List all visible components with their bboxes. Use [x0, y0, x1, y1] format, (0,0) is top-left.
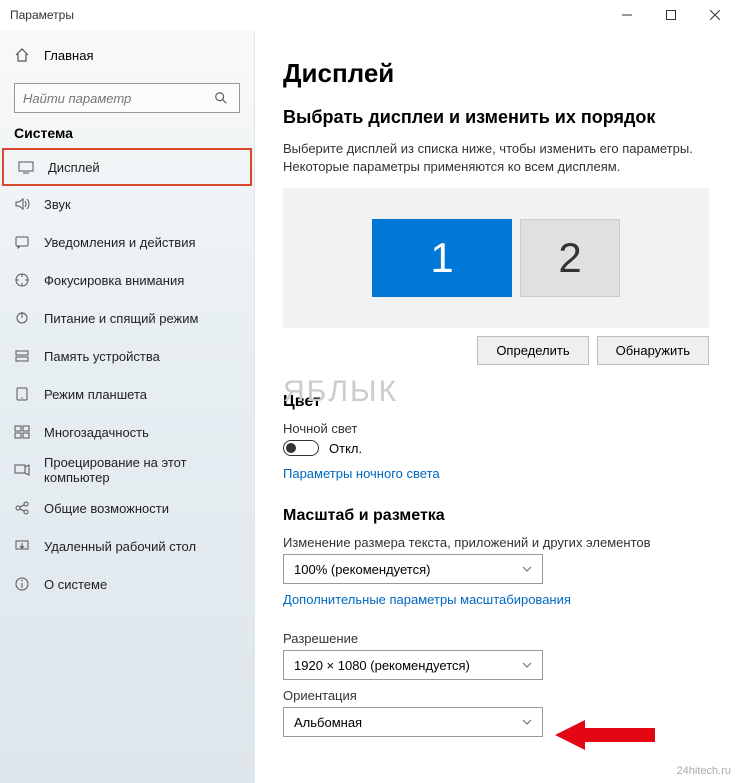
night-light-toggle[interactable] [283, 440, 319, 456]
sidebar-item-projection[interactable]: Проецирование на этот компьютер [0, 451, 254, 489]
home-button[interactable]: Главная [0, 35, 254, 75]
sidebar-item-remote[interactable]: Удаленный рабочий стол [0, 527, 254, 565]
footer-watermark: 24hitech.ru [677, 765, 731, 777]
power-icon [14, 310, 30, 326]
sidebar-item-label: Память устройства [44, 349, 160, 364]
resolution-label: Разрешение [283, 631, 709, 646]
sidebar-item-label: Проецирование на этот компьютер [44, 455, 240, 485]
orientation-dropdown[interactable]: Альбомная [283, 707, 543, 737]
sidebar-item-label: Удаленный рабочий стол [44, 539, 196, 554]
scale-label: Изменение размера текста, приложений и д… [283, 535, 709, 550]
sidebar-item-tablet[interactable]: Режим планшета [0, 375, 254, 413]
advanced-scaling-link[interactable]: Дополнительные параметры масштабирования [283, 592, 571, 607]
chevron-down-icon [522, 715, 532, 730]
display-icon [18, 159, 34, 175]
sidebar-item-display[interactable]: Дисплей [2, 148, 252, 186]
sidebar-item-sound[interactable]: Звук [0, 185, 254, 223]
resolution-value: 1920 × 1080 (рекомендуется) [294, 658, 522, 673]
sidebar-item-label: Уведомления и действия [44, 235, 196, 250]
storage-icon [14, 348, 30, 364]
about-icon [14, 576, 30, 592]
orientation-value: Альбомная [294, 715, 522, 730]
scale-value: 100% (рекомендуется) [294, 562, 522, 577]
orientation-label: Ориентация [283, 688, 709, 703]
window-title: Параметры [10, 8, 74, 22]
sidebar-item-about[interactable]: О системе [0, 565, 254, 603]
night-light-settings-link[interactable]: Параметры ночного света [283, 466, 440, 481]
arrange-description: Выберите дисплей из списка ниже, чтобы и… [283, 140, 709, 176]
multitask-icon [14, 424, 30, 440]
search-input[interactable] [23, 91, 211, 106]
color-heading: Цвет [283, 393, 709, 411]
maximize-button[interactable] [649, 0, 693, 30]
sidebar-item-label: Режим планшета [44, 387, 147, 402]
sidebar-item-label: Дисплей [48, 160, 100, 175]
focus-icon [14, 272, 30, 288]
sidebar-item-label: О системе [44, 577, 107, 592]
page-title: Дисплей [283, 58, 709, 89]
shared-icon [14, 500, 30, 516]
monitor-2[interactable]: 2 [520, 219, 620, 297]
detect-button[interactable]: Обнаружить [597, 336, 709, 365]
minimize-button[interactable] [605, 0, 649, 30]
notifications-icon [14, 234, 30, 250]
sidebar-item-label: Питание и спящий режим [44, 311, 198, 326]
category-label: Система [0, 125, 254, 149]
sidebar-item-label: Звук [44, 197, 71, 212]
chevron-down-icon [522, 658, 532, 673]
arrange-heading: Выбрать дисплеи и изменить их порядок [283, 107, 709, 128]
scale-heading: Масштаб и разметка [283, 507, 709, 525]
remote-icon [14, 538, 30, 554]
identify-button[interactable]: Определить [477, 336, 588, 365]
home-icon [14, 47, 30, 63]
monitor-1[interactable]: 1 [372, 219, 512, 297]
sound-icon [14, 196, 30, 212]
sidebar-item-label: Фокусировка внимания [44, 273, 184, 288]
sidebar-item-label: Многозадачность [44, 425, 149, 440]
search-icon [211, 88, 231, 108]
chevron-down-icon [522, 562, 532, 577]
night-light-label: Ночной свет [283, 421, 709, 436]
tablet-icon [14, 386, 30, 402]
sidebar-item-storage[interactable]: Память устройства [0, 337, 254, 375]
home-label: Главная [44, 48, 93, 63]
scale-dropdown[interactable]: 100% (рекомендуется) [283, 554, 543, 584]
sidebar-item-notifications[interactable]: Уведомления и действия [0, 223, 254, 261]
close-button[interactable] [693, 0, 737, 30]
toggle-state-label: Откл. [329, 441, 362, 456]
sidebar-item-shared[interactable]: Общие возможности [0, 489, 254, 527]
sidebar-item-power[interactable]: Питание и спящий режим [0, 299, 254, 337]
sidebar-item-multitask[interactable]: Многозадачность [0, 413, 254, 451]
projection-icon [14, 462, 30, 478]
resolution-dropdown[interactable]: 1920 × 1080 (рекомендуется) [283, 650, 543, 680]
sidebar-item-focus[interactable]: Фокусировка внимания [0, 261, 254, 299]
display-arrangement[interactable]: 1 2 [283, 188, 709, 328]
search-input-wrap[interactable] [14, 83, 240, 113]
sidebar-item-label: Общие возможности [44, 501, 169, 516]
